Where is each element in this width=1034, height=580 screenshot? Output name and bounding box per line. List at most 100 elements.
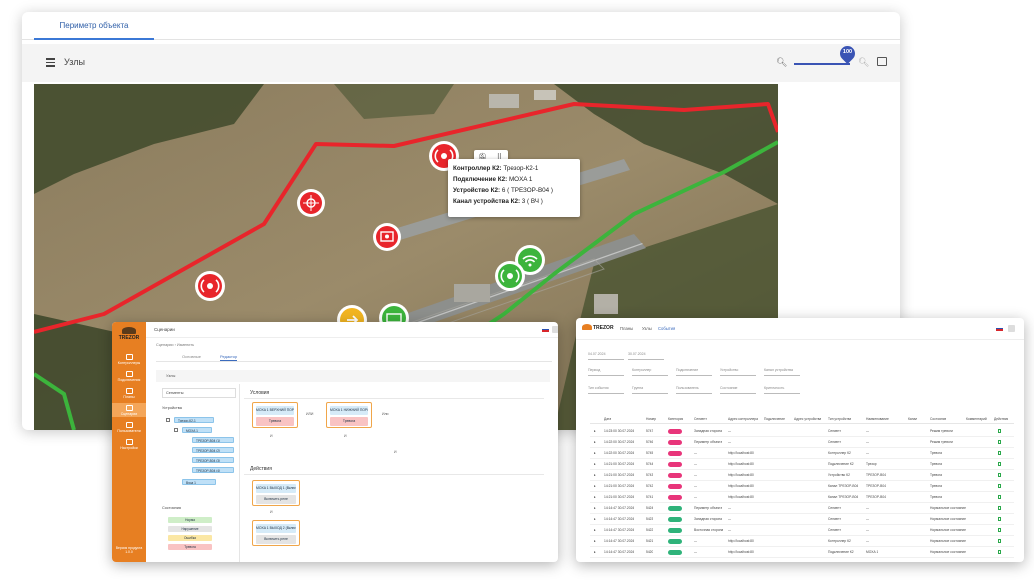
tab-perimeter[interactable]: Периметр объекта [34, 12, 154, 40]
expand-icon[interactable]: ▸ [594, 528, 596, 532]
state-chip-normal[interactable]: Норма [168, 517, 212, 523]
date-to-field[interactable]: 30.07.2024 [628, 352, 664, 360]
tree-node[interactable]: Трезор-К2-1 [174, 417, 214, 423]
document-icon[interactable] [998, 495, 1001, 499]
document-icon[interactable] [998, 528, 1001, 532]
state-chip-error[interactable]: Ошибка [168, 535, 212, 541]
ok-sensor-marker[interactable] [494, 260, 526, 292]
col-controller-address[interactable]: Адрес контроллера [728, 417, 758, 421]
zoom-out-icon[interactable]: 🔍︎ [776, 57, 787, 68]
user-avatar[interactable] [1008, 325, 1015, 332]
col-name[interactable]: Наименование [866, 417, 889, 421]
operator-and[interactable]: И [270, 434, 273, 438]
zoom-in-icon[interactable]: 🔍︎ [858, 57, 869, 68]
action-card[interactable]: MOXA 1 ВЫХОД 1 (Включить) Включить реле [252, 480, 300, 506]
nav-events[interactable]: События [658, 326, 675, 331]
user-avatar[interactable] [552, 326, 558, 333]
table-row[interactable]: ▸ 14:21:00 30.07.2024 5744 — http://localhos… [590, 459, 1014, 470]
col-device-address[interactable]: Адрес устройства [794, 417, 821, 421]
menu-icon[interactable] [46, 58, 55, 67]
expand-icon[interactable]: ▸ [594, 517, 596, 521]
motion-sensor-marker[interactable] [296, 188, 326, 218]
filter-channel[interactable]: Канал устройства [764, 368, 800, 376]
table-row[interactable]: ▸ 14:14:47 30.07.2024 5424 Периметр объекта… [590, 503, 1014, 514]
condition-card[interactable]: MOXA 1 ВЕРХНИЙ ПОРОГ Тревога [252, 402, 298, 428]
col-date[interactable]: Дата [604, 417, 611, 421]
filter-state[interactable]: Состояние [720, 386, 756, 394]
sidebar-item-controllers[interactable]: Контроллеры [112, 352, 146, 366]
col-category[interactable]: Категория [668, 417, 683, 421]
breadcrumb[interactable]: Сценарии › Изменить [156, 343, 194, 347]
operator-or[interactable]: ИЛИ [306, 412, 313, 416]
expand-icon[interactable]: ▸ [594, 429, 596, 433]
document-icon[interactable] [998, 506, 1001, 510]
table-row[interactable]: ▸ 14:14:47 30.07.2024 5421 — http://localhos… [590, 536, 1014, 547]
tree-node[interactable]: ТРЕЗОР-В04 (2) [192, 447, 234, 453]
nav-plans[interactable]: Планы [620, 326, 633, 331]
document-icon[interactable] [998, 473, 1001, 477]
col-segment[interactable]: Сегмент [694, 417, 707, 421]
operator-and[interactable]: И [344, 434, 347, 438]
document-icon[interactable] [998, 451, 1001, 455]
filter-connection[interactable]: Подключение [676, 368, 712, 376]
sidebar-item-connections[interactable]: Подключения [112, 369, 146, 383]
table-row[interactable]: ▸ 14:21:00 30.07.2024 5743 — http://localhos… [590, 470, 1014, 481]
zoom-slider[interactable] [794, 63, 850, 65]
document-icon[interactable] [998, 484, 1001, 488]
table-row[interactable]: ▸ 14:21:00 30.07.2024 5741 — http://localhos… [590, 492, 1014, 503]
filter-device[interactable]: Устройство [720, 368, 756, 376]
expand-icon[interactable]: ▸ [594, 440, 596, 444]
tree-toggle-icon[interactable] [166, 418, 170, 422]
tree-node[interactable]: MOXA 1 [182, 427, 212, 433]
document-icon[interactable] [998, 440, 1001, 444]
sidebar-item-settings[interactable]: Настройки [112, 437, 146, 451]
document-icon[interactable] [998, 462, 1001, 466]
table-row[interactable]: ▸ 14:23:00 30.07.2024 5747 Западная сторона… [590, 426, 1014, 437]
col-number[interactable]: Номер [646, 417, 656, 421]
table-row[interactable]: ▸ 14:14:47 30.07.2024 5420 — http://localhos… [590, 547, 1014, 558]
document-icon[interactable] [998, 429, 1001, 433]
col-comment[interactable]: Комментарий [966, 417, 987, 421]
table-row[interactable]: ▸ 14:14:47 30.07.2024 5423 Западная сторона… [590, 514, 1014, 525]
filter-event-type[interactable]: Тип события [588, 386, 624, 394]
document-icon[interactable] [998, 550, 1001, 554]
expand-icon[interactable]: ▸ [594, 462, 596, 466]
language-flag-icon[interactable] [542, 327, 549, 332]
action-button[interactable]: Включить реле [256, 535, 296, 544]
operator-and[interactable]: И [394, 450, 397, 454]
action-button[interactable]: Включить реле [256, 495, 296, 504]
tab-editor[interactable]: Редактор [220, 354, 238, 361]
sidebar-item-scenarios[interactable]: Сценарии [112, 403, 146, 417]
table-row[interactable]: ▸ 14:22:00 30.07.2024 5745 — http://localhos… [590, 448, 1014, 459]
tree-node[interactable]: ТРЕЗОР-В04 (3) [192, 457, 234, 463]
tree-toggle-icon[interactable] [174, 428, 178, 432]
state-chip-alarm[interactable]: Тревога [168, 544, 212, 550]
date-from-field[interactable]: 04.07.2024 [588, 352, 624, 360]
tree-node[interactable]: Вход 1 [182, 479, 216, 485]
filter-user[interactable]: Пользователь [676, 386, 712, 394]
expand-icon[interactable]: ▸ [594, 506, 596, 510]
fit-frame-icon[interactable] [877, 57, 887, 66]
language-flag-icon[interactable] [996, 326, 1003, 331]
expand-icon[interactable]: ▸ [594, 495, 596, 499]
operator-and[interactable]: И [270, 510, 273, 514]
nav-nodes[interactable]: Узлы [642, 326, 652, 331]
camera-marker[interactable] [372, 222, 402, 252]
sidebar-item-plans[interactable]: Планы [112, 386, 146, 400]
action-card[interactable]: MOXA 1 ВЫХОД 2 (Включить) Включить реле [252, 520, 300, 546]
filter-period[interactable]: Период [588, 368, 624, 376]
filter-severity[interactable]: Критичность [764, 386, 800, 394]
filter-controller[interactable]: Контроллер [632, 368, 668, 376]
segment-select[interactable]: Сегменты [162, 388, 236, 398]
col-actions[interactable]: Действия [994, 417, 1008, 421]
col-state[interactable]: Состояние [930, 417, 946, 421]
state-chip-violation[interactable]: Нарушение [168, 526, 212, 532]
col-channel[interactable]: Канал [908, 417, 917, 421]
condition-card[interactable]: MOXA 1 НИЖНИЙ ПОРОГ Тревога [326, 402, 372, 428]
expand-icon[interactable]: ▸ [594, 484, 596, 488]
expand-icon[interactable]: ▸ [594, 550, 596, 554]
tree-node[interactable]: ТРЕЗОР-В04 (4) [192, 467, 234, 473]
alarm-sensor-marker-2[interactable] [194, 270, 226, 302]
table-row[interactable]: ▸ 14:14:47 30.07.2024 5422 Восточная сторон… [590, 525, 1014, 536]
document-icon[interactable] [998, 517, 1001, 521]
